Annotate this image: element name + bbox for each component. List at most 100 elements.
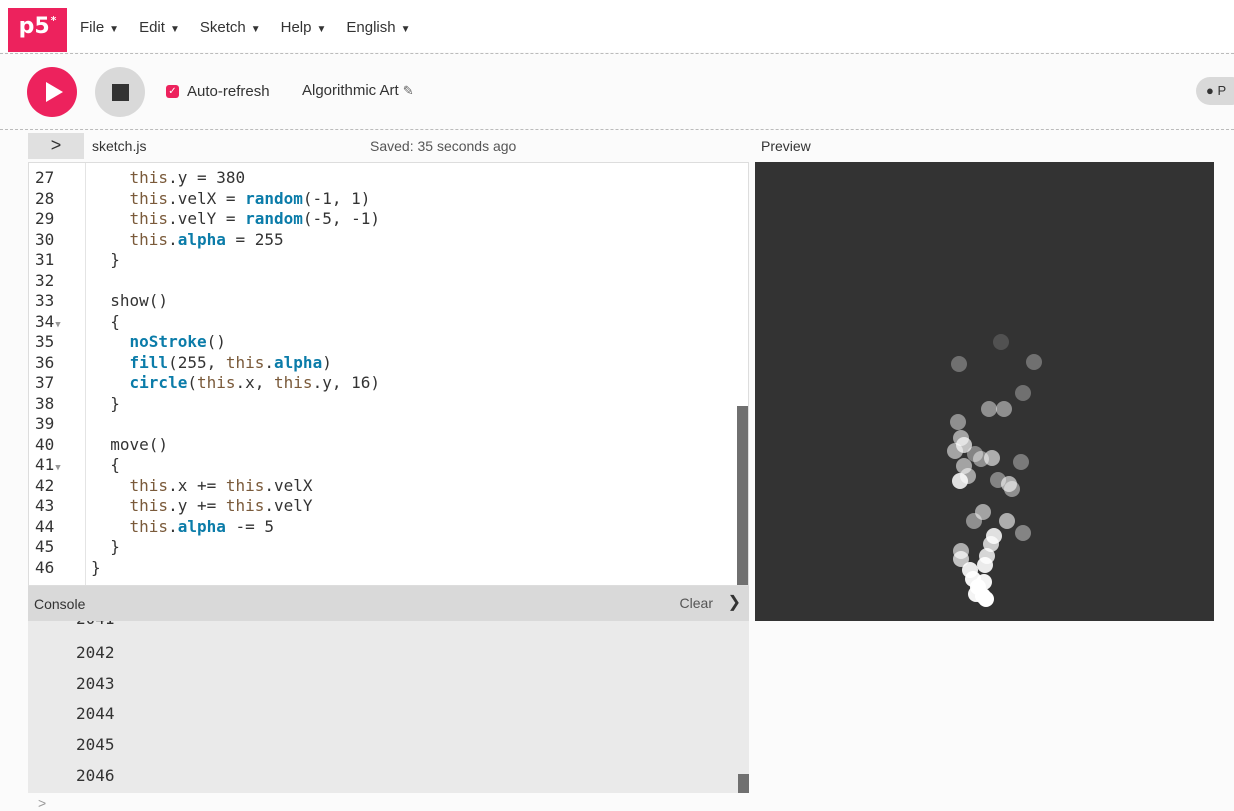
line-number: 33 xyxy=(35,291,55,310)
play-icon xyxy=(46,82,63,102)
p5-logo[interactable]: p5 * xyxy=(8,8,67,52)
line-number: 40 xyxy=(35,434,55,454)
menu-edit-label: Edit xyxy=(139,19,165,36)
code-line[interactable]: { xyxy=(91,311,120,332)
line-number: 30 xyxy=(35,229,55,249)
particle-circle xyxy=(977,557,993,573)
globe-icon: ● xyxy=(1206,83,1214,98)
publish-label: P xyxy=(1217,83,1227,98)
console-line: 2046 xyxy=(76,766,115,785)
code-line[interactable]: this.velX = random(-1, 1) xyxy=(91,188,371,209)
code-line[interactable]: } xyxy=(91,536,120,557)
code-line[interactable]: this.alpha = 255 xyxy=(91,229,284,250)
stop-icon xyxy=(112,84,129,101)
particle-circle xyxy=(966,513,982,529)
menu-sketch[interactable]: Sketch ▼ xyxy=(200,19,261,36)
sketch-preview-canvas[interactable] xyxy=(755,162,1214,621)
editor-scrollbar[interactable] xyxy=(737,406,748,585)
menu-edit[interactable]: Edit ▼ xyxy=(139,19,180,36)
code-line[interactable]: } xyxy=(91,557,101,578)
particle-circle xyxy=(951,356,967,372)
particle-circle xyxy=(1015,525,1031,541)
caret-down-icon: ▼ xyxy=(169,24,180,35)
particle-circle xyxy=(996,401,1012,417)
particle-circle xyxy=(1001,476,1017,492)
top-menu-bar: p5 * File ▼ Edit ▼ Sketch ▼ Help ▼ English ▼ xyxy=(0,0,1234,52)
caret-down-icon: ▼ xyxy=(109,24,120,35)
fold-arrow-icon[interactable]: ▼ xyxy=(55,320,60,330)
line-number: 28 xyxy=(35,188,55,208)
particle-circle xyxy=(952,473,968,489)
publish-button[interactable]: ● P xyxy=(1196,77,1234,105)
code-line[interactable]: this.x += this.velX xyxy=(91,475,313,496)
menu-file[interactable]: File ▼ xyxy=(80,19,119,36)
particle-circle xyxy=(947,443,963,459)
line-number: 45 xyxy=(35,537,55,556)
pencil-icon[interactable]: ✎ xyxy=(403,83,414,98)
line-number: 29 xyxy=(35,209,55,228)
code-line[interactable]: this.velY = random(-5, -1) xyxy=(91,208,380,229)
menu-language-label: English xyxy=(346,19,396,36)
chevron-right-icon: > xyxy=(50,135,62,155)
menu-help-label: Help xyxy=(280,19,312,36)
code-line[interactable]: } xyxy=(91,393,120,414)
play-button[interactable] xyxy=(27,67,77,117)
console-output: 2041 2042 2043 2044 2045 2046 xyxy=(28,621,749,793)
file-name: sketch.js xyxy=(92,138,147,154)
line-number: 44 xyxy=(35,516,55,536)
expand-sidebar-button[interactable]: > xyxy=(28,133,84,159)
menu-file-label: File xyxy=(80,19,105,36)
code-line[interactable]: } xyxy=(91,249,120,270)
line-number: 31 xyxy=(35,250,55,269)
fold-arrow-icon[interactable]: ▼ xyxy=(55,463,60,473)
code-line[interactable]: this.y += this.velY xyxy=(91,495,313,516)
caret-down-icon: ▼ xyxy=(250,24,261,35)
main-menu: File ▼ Edit ▼ Sketch ▼ Help ▼ English ▼ xyxy=(80,19,410,36)
divider xyxy=(0,129,1234,130)
line-number: 38 xyxy=(35,393,55,413)
auto-refresh-checkbox[interactable]: ✓ xyxy=(166,85,179,98)
particle-circle xyxy=(1015,385,1031,401)
particle-circle xyxy=(973,451,989,467)
particle-circle xyxy=(950,414,966,430)
console-scrollbar[interactable] xyxy=(738,774,749,793)
chevron-down-icon[interactable]: ❯ xyxy=(728,592,741,612)
menu-language[interactable]: English ▼ xyxy=(346,19,410,36)
console-line: 2041 xyxy=(76,621,115,628)
particle-circle xyxy=(993,334,1009,350)
line-number: 42 xyxy=(35,475,55,495)
line-number: 35 xyxy=(35,332,55,351)
line-number: 32 xyxy=(35,270,55,290)
code-line[interactable]: fill(255, this.alpha) xyxy=(91,352,332,373)
console-line: 2045 xyxy=(76,735,115,754)
code-line[interactable]: this.alpha -= 5 xyxy=(91,516,275,537)
code-line[interactable]: noStroke() xyxy=(91,331,226,352)
saved-status: Saved: 35 seconds ago xyxy=(370,138,517,154)
code-line[interactable]: this.y = 380 xyxy=(91,167,246,188)
console-clear-button[interactable]: Clear xyxy=(680,595,713,611)
code-editor[interactable]: 27 this.y = 380 28 this.velX = random(-1,… xyxy=(28,162,749,586)
line-number: 27 xyxy=(35,168,55,187)
menu-help[interactable]: Help ▼ xyxy=(281,19,327,36)
logo-text: p5 xyxy=(18,14,50,39)
sketch-name[interactable]: Algorithmic Art ✎ xyxy=(302,82,414,99)
line-number: 39 xyxy=(35,414,55,433)
line-number: 36 xyxy=(35,352,55,372)
stop-button[interactable] xyxy=(95,67,145,117)
caret-down-icon: ▼ xyxy=(316,24,327,35)
code-line[interactable]: show() xyxy=(91,290,168,311)
particle-circle xyxy=(1026,354,1042,370)
particle-circle xyxy=(1013,454,1029,470)
console-label: Console xyxy=(34,596,86,612)
caret-down-icon: ▼ xyxy=(400,24,411,35)
logo-star: * xyxy=(50,14,57,27)
divider xyxy=(0,53,1234,54)
code-line[interactable]: circle(this.x, this.y, 16) xyxy=(91,372,380,393)
sketch-name-text: Algorithmic Art xyxy=(302,82,399,99)
check-icon: ✓ xyxy=(168,86,177,97)
console-line: 2044 xyxy=(76,704,115,723)
auto-refresh-label[interactable]: Auto-refresh xyxy=(187,83,270,100)
code-line[interactable]: { xyxy=(91,454,120,475)
particle-circle xyxy=(981,401,997,417)
code-line[interactable]: move() xyxy=(91,434,168,455)
